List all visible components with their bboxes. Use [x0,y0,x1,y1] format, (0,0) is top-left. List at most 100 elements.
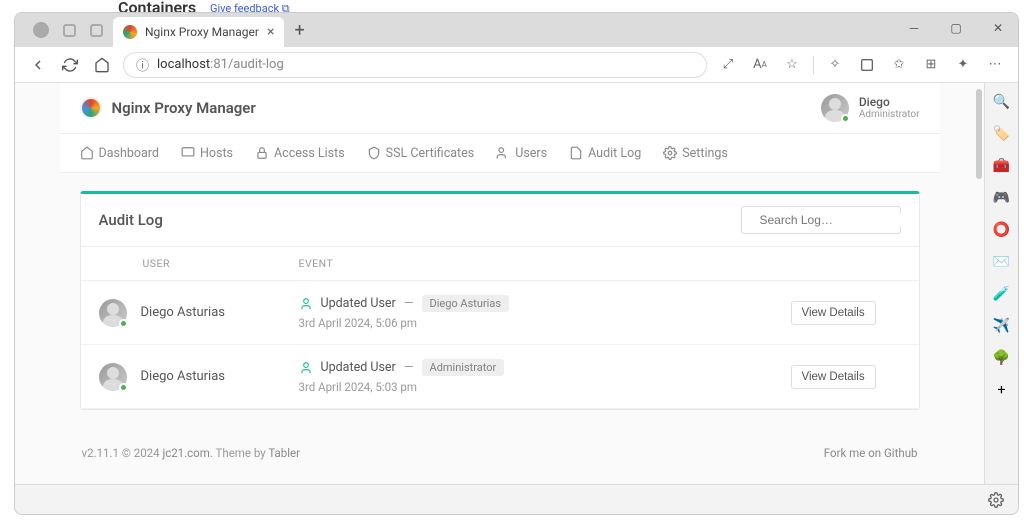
more-icon[interactable]: ⋯ [984,54,1006,76]
event-action: Updated User [321,296,396,311]
nav-audit-log[interactable]: Audit Log [569,146,641,161]
event-action: Updated User [321,360,396,375]
nav-dashboard[interactable]: Dashboard [80,146,159,161]
app-logo-icon [80,97,102,119]
gear-icon[interactable] [988,492,1004,508]
tab-actions-icon[interactable] [90,24,103,37]
app-header: Nginx Proxy Manager Diego Administrator [60,83,940,133]
table-row: Diego Asturias Updated User — Diego Astu… [81,281,919,345]
maximize-button[interactable]: ▢ [942,17,970,39]
status-badge-icon [841,114,850,123]
app-icon[interactable]: ⊞ [920,54,942,76]
user-menu[interactable]: Diego Administrator [821,94,920,122]
search-input[interactable] [760,213,915,227]
dash: — [404,296,414,311]
status-badge-icon [119,319,128,328]
tab-title: Nginx Proxy Manager [145,25,259,39]
divider [813,56,814,74]
url-input[interactable]: ⓘ localhost:81/audit-log [123,52,707,78]
tab-close-icon[interactable]: × [267,24,274,40]
browser-sidebar: 🔍 🏷️ 🧰 🎮 ⭕ ✉️ 🧪 ✈️ 🌳 + [984,83,1018,484]
url-host: localhost [157,57,210,72]
col-event-header: EVENT [299,257,791,270]
event-timestamp: 3rd April 2024, 5:03 pm [299,380,791,394]
page-viewport: Nginx Proxy Manager Diego Administrator [15,83,984,484]
browser-tab[interactable]: Nginx Proxy Manager × [113,17,284,47]
rail-toolbox-icon[interactable]: 🧰 [993,157,1011,175]
nav-label: Dashboard [99,146,159,161]
app-nav: Dashboard Hosts Access Lists SSL Certifi… [60,133,940,173]
address-bar: ⓘ localhost:81/audit-log ⤢ AA ☆ ✧ ✩ ⊞ ✦ … [15,47,1018,83]
nav-label: Hosts [200,146,233,161]
nav-label: Users [515,146,547,161]
rail-add-icon[interactable]: + [993,381,1011,399]
audit-log-card: Audit Log USER EVENT [80,191,920,410]
nav-label: SSL Certificates [386,146,475,161]
nav-hosts[interactable]: Hosts [181,146,233,161]
event-timestamp: 3rd April 2024, 5:06 pm [299,316,791,330]
rail-tag-icon[interactable]: 🏷️ [993,125,1011,143]
card-title: Audit Log [99,211,163,229]
extensions-icon[interactable]: ✧ [824,54,846,76]
row-user-name: Diego Asturias [141,369,225,384]
app-footer: v2.11.1 © 2024 jc21.com. Theme by Tabler… [60,428,940,470]
row-user-name: Diego Asturias [141,305,225,320]
nav-settings[interactable]: Settings [663,146,728,161]
rail-lab-icon[interactable]: 🧪 [993,285,1011,303]
browser-window: Nginx Proxy Manager × + ─ ▢ ✕ ⓘ localhos… [14,12,1019,515]
rail-tree-icon[interactable]: 🌳 [993,349,1011,367]
nav-label: Audit Log [588,146,641,161]
nav-access-lists[interactable]: Access Lists [255,146,345,161]
close-window-button[interactable]: ✕ [984,17,1012,39]
browser-bottom-bar [15,484,1018,514]
collections-icon[interactable] [856,54,878,76]
footer-theme: . Theme by [210,446,268,460]
dash: — [404,360,414,375]
home-button[interactable] [91,54,113,76]
status-badge-icon [119,383,128,392]
titlebar: Nginx Proxy Manager × + ─ ▢ ✕ [15,13,1018,47]
shield-icon[interactable]: ✦ [952,54,974,76]
refresh-button[interactable] [59,54,81,76]
tab-favicon-icon [123,25,137,39]
event-target-badge: Administrator [422,359,505,376]
col-user-header: USER [99,257,299,270]
back-button[interactable] [27,54,49,76]
user-role: Administrator [859,109,920,121]
nav-label: Access Lists [274,146,345,161]
url-port: :81 [210,57,228,72]
text-size-icon[interactable]: AA [749,54,771,76]
search-box[interactable] [741,206,901,234]
fork-github-link[interactable]: Fork me on Github [824,446,918,460]
footer-version: v2.11.1 © 2024 [82,446,163,460]
event-target-badge: Diego Asturias [422,295,509,312]
rail-office-icon[interactable]: ⭕ [993,221,1011,239]
rail-search-icon[interactable]: 🔍 [993,93,1011,111]
footer-link-jc21[interactable]: jc21.com [162,446,209,460]
user-name: Diego [859,95,920,109]
nav-users[interactable]: Users [496,146,547,161]
footer-link-tabler[interactable]: Tabler [268,446,300,460]
new-tab-button[interactable]: + [294,20,304,41]
view-details-button[interactable]: View Details [791,301,876,325]
profile-icon[interactable] [33,22,49,38]
nav-label: Settings [682,146,728,161]
app-title: Nginx Proxy Manager [112,99,256,117]
user-icon [299,297,313,311]
table-header: USER EVENT [81,246,919,281]
nav-ssl[interactable]: SSL Certificates [367,146,475,161]
rail-send-icon[interactable]: ✈️ [993,317,1011,335]
user-icon [299,361,313,375]
table-row: Diego Asturias Updated User — Administra… [81,345,919,409]
minimize-button[interactable]: ─ [900,17,928,39]
rail-games-icon[interactable]: 🎮 [993,189,1011,207]
view-details-button[interactable]: View Details [791,365,876,389]
scrollbar[interactable] [976,89,982,179]
favorites-bar-icon[interactable]: ✩ [888,54,910,76]
site-info-icon[interactable]: ⓘ [136,55,149,74]
url-path: /audit-log [228,57,284,72]
workspaces-icon[interactable] [63,24,76,37]
rail-outlook-icon[interactable]: ✉️ [993,253,1011,271]
reader-icon[interactable]: ⤢ [717,54,739,76]
favorite-icon[interactable]: ☆ [781,54,803,76]
